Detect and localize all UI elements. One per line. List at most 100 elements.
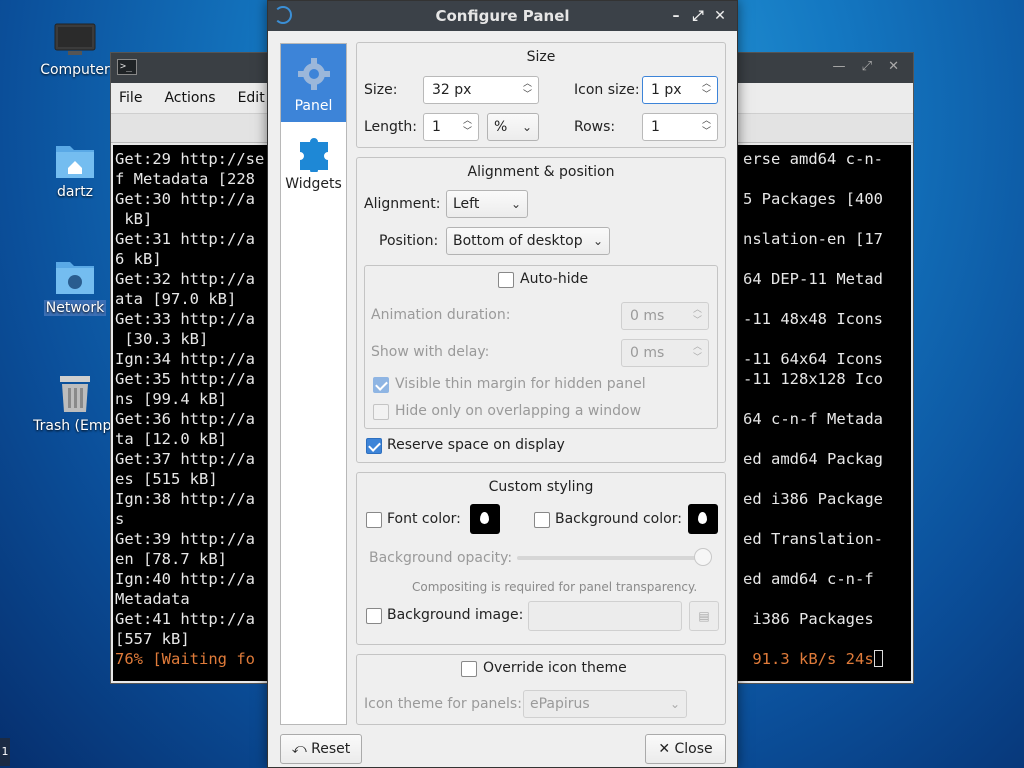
terminal-line-left: s	[115, 510, 125, 528]
configure-panel-dialog: Configure Panel – ⤢ ✕ Panel Widgets Size…	[267, 0, 738, 768]
terminal-line-left: [557 kB]	[115, 630, 190, 648]
animation-duration-spinbox[interactable]: 0 ms ︿ ﹀	[621, 302, 709, 330]
terminal-line-left: Get:35 http://a	[115, 370, 255, 388]
window-controls[interactable]: — ⤢ ✕	[832, 59, 905, 74]
terminal-line-right: erse amd64 c-n-	[743, 150, 883, 168]
icon-size-value: 1 px	[651, 82, 682, 98]
desktop-icon-home[interactable]: dartz	[27, 140, 123, 200]
length-unit-value: %	[494, 119, 508, 135]
terminal-line-left: Get:33 http://a	[115, 310, 255, 328]
bg-image-checkbox[interactable]	[366, 608, 382, 624]
terminal-line-left: Metadata	[115, 590, 190, 608]
terminal-line-right: ed amd64 c-n-f	[743, 570, 874, 588]
alignment-value: Left	[453, 196, 480, 212]
bg-color-button[interactable]	[688, 504, 718, 534]
terminal-line-right: i386 Packages	[743, 610, 874, 628]
spin-arrows-icon[interactable]: ︿ ﹀	[702, 116, 711, 138]
terminal-line-right: -11 128x128 Ico	[743, 370, 883, 388]
animation-duration-value: 0 ms	[630, 308, 665, 324]
font-color-label: Font color:	[387, 511, 461, 527]
icon-size-spinbox[interactable]: 1 px ︿ ﹀	[642, 76, 718, 104]
slider-handle[interactable]	[694, 548, 712, 566]
override-icon-theme-checkbox[interactable]	[461, 661, 477, 677]
terminal-line-left: [30.3 kB]	[115, 330, 209, 348]
close-label: Close	[674, 741, 713, 757]
alignment-select[interactable]: Left ⌄	[446, 190, 528, 218]
rows-value: 1	[651, 119, 660, 135]
thin-margin-label: Visible thin margin for hidden panel	[395, 376, 646, 392]
bg-color-label: Background color:	[555, 511, 682, 527]
icon-size-label: Icon size:	[574, 82, 640, 98]
sidebar-item-widgets[interactable]: Widgets	[281, 122, 346, 200]
minimize-button[interactable]: –	[665, 1, 687, 31]
desktop-icon-label: Trash (Empt	[33, 418, 117, 434]
position-select[interactable]: Bottom of desktop ⌄	[446, 227, 610, 255]
rows-label: Rows:	[574, 119, 616, 135]
terminal-line-right: -11 64x64 Icons	[743, 350, 883, 368]
terminal-line-left: Get:29 http://se	[115, 150, 265, 168]
size-group: Size Size: 32 px ︿ ﹀ Icon size: 1 px ︿ ﹀ L…	[356, 42, 726, 148]
terminal-line-left: Get:32 http://a	[115, 270, 255, 288]
terminal-line-left: f Metadata [228	[115, 170, 255, 188]
computer-icon	[54, 22, 96, 58]
chevron-down-icon: ⌄	[669, 697, 680, 711]
close-window-button[interactable]: ✕	[709, 1, 731, 31]
length-unit-select[interactable]: % ⌄	[487, 113, 539, 141]
animation-duration-label: Animation duration:	[371, 307, 511, 323]
browse-image-button[interactable]: ▤	[689, 601, 719, 631]
size-spinbox[interactable]: 32 px ︿ ﹀	[423, 76, 539, 104]
group-title: Alignment & position	[467, 164, 615, 180]
terminal-line-left: Get:39 http://a	[115, 530, 255, 548]
dialog-titlebar[interactable]: Configure Panel – ⤢ ✕	[268, 1, 737, 31]
thin-margin-checkbox[interactable]	[373, 377, 389, 393]
alignment-label: Alignment:	[364, 196, 441, 212]
rows-spinbox[interactable]: 1 ︿ ﹀	[642, 113, 718, 141]
bg-opacity-slider[interactable]	[517, 556, 711, 560]
app-icon	[274, 6, 292, 24]
spin-arrows-icon[interactable]: ︿ ﹀	[693, 305, 702, 327]
desktop-icon-trash[interactable]: Trash (Empt	[27, 372, 123, 434]
menu-edit[interactable]: Edit	[238, 90, 265, 106]
spin-arrows-icon[interactable]: ︿ ﹀	[463, 116, 472, 138]
length-spinbox[interactable]: 1 ︿ ﹀	[423, 113, 479, 141]
spin-arrows-icon[interactable]: ︿ ﹀	[702, 79, 711, 101]
terminal-line-right: ed Translation-	[743, 530, 883, 548]
icon-theme-group: Override icon theme Icon theme for panel…	[356, 654, 726, 725]
show-delay-spinbox[interactable]: 0 ms ︿ ﹀	[621, 339, 709, 367]
position-value: Bottom of desktop	[453, 233, 583, 249]
terminal-line-right: -11 48x48 Icons	[743, 310, 883, 328]
terminal-line-left: 6 kB]	[115, 250, 162, 268]
icon-theme-select[interactable]: ePapirus ⌄	[523, 690, 687, 718]
terminal-line-left: es [515 kB]	[115, 470, 218, 488]
size-value: 32 px	[432, 82, 472, 98]
undo-icon: ⤺	[291, 741, 307, 757]
desktop-icon-network[interactable]: Network	[27, 256, 123, 316]
reserve-space-checkbox[interactable]	[366, 438, 382, 454]
terminal-line-right: nslation-en [17	[743, 230, 883, 248]
autohide-checkbox[interactable]	[498, 272, 514, 288]
reset-button[interactable]: ⤺ Reset	[280, 734, 362, 764]
bg-opacity-label: Background opacity:	[369, 550, 513, 566]
terminal-line-right: 91.3 kB/s 24s	[743, 649, 883, 669]
hide-overlap-label: Hide only on overlapping a window	[395, 403, 642, 419]
close-button[interactable]: ✕ Close	[645, 734, 726, 764]
spin-arrows-icon[interactable]: ︿ ﹀	[693, 342, 702, 364]
trash-icon	[54, 372, 96, 414]
desktop-icon-computer[interactable]: Computer	[27, 22, 123, 78]
maximize-button[interactable]: ⤢	[687, 1, 709, 31]
bg-image-path-field[interactable]	[528, 601, 682, 631]
font-color-checkbox[interactable]	[366, 512, 382, 528]
spin-arrows-icon[interactable]: ︿ ﹀	[523, 79, 532, 101]
terminal-line-left: ns [99.4 kB]	[115, 390, 227, 408]
menu-file[interactable]: File	[119, 90, 142, 106]
compositing-note: Compositing is required for panel transp…	[412, 580, 698, 594]
hide-overlap-checkbox[interactable]	[373, 404, 389, 420]
font-color-button[interactable]	[470, 504, 500, 534]
gear-icon	[294, 54, 334, 94]
sidebar-item-panel[interactable]: Panel	[281, 44, 346, 122]
terminal-line-right: ed amd64 Packag	[743, 450, 883, 468]
taskbar-hint[interactable]: 1	[0, 738, 10, 766]
terminal-icon: >_	[117, 59, 137, 75]
bg-color-checkbox[interactable]	[534, 512, 550, 528]
menu-actions[interactable]: Actions	[164, 90, 215, 106]
